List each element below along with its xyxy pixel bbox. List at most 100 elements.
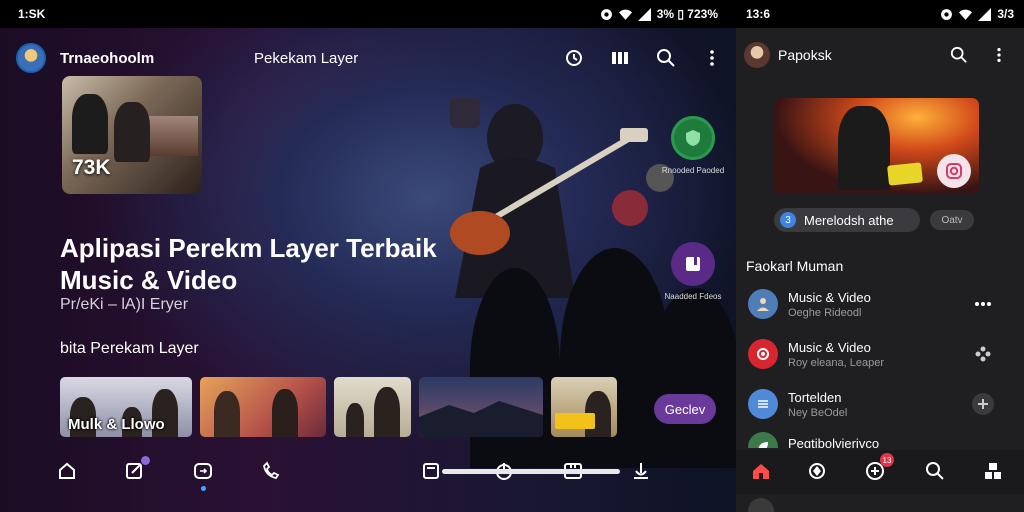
- record-icon: [757, 348, 769, 360]
- list-icon: [758, 400, 768, 408]
- list-item[interactable]: Tortelden Ney BeOdel: [748, 384, 1014, 424]
- section-title: bita Perekam Layer: [60, 340, 199, 357]
- person-figure: [114, 102, 150, 162]
- status-time-right: 13:6: [746, 7, 771, 21]
- status-bar-right: 13:6 3/3: [736, 0, 1024, 28]
- video-thumbnail[interactable]: [551, 377, 617, 437]
- gesture-handle[interactable]: [442, 469, 620, 474]
- plus-icon: [978, 399, 988, 409]
- signal-icon: [978, 7, 992, 21]
- video-thumbnails: Mulk & Llowo: [60, 377, 617, 437]
- side-section-title: Faokarl Muman: [746, 258, 844, 274]
- nav-edit[interactable]: [124, 456, 150, 482]
- top-bar: Trnaeohoolm Pekekam Layer: [0, 38, 736, 78]
- item-action[interactable]: [972, 293, 994, 315]
- nav-square[interactable]: [420, 460, 442, 482]
- list-item[interactable]: Pegtibolvierivco: [748, 428, 1014, 448]
- home-icon: [753, 464, 769, 479]
- guitarist-figure: [838, 106, 890, 190]
- nav-sync[interactable]: [192, 460, 214, 491]
- person-icon: [757, 298, 769, 311]
- home-icon: [59, 462, 75, 479]
- video-thumbnail[interactable]: [419, 377, 543, 437]
- person-figure: [214, 391, 240, 437]
- person-figure: [374, 387, 400, 437]
- side-chip-secondary[interactable]: Oatv: [930, 210, 974, 230]
- side-chip[interactable]: 3 Merelodsh athe: [774, 208, 920, 232]
- nav-search[interactable]: [924, 460, 946, 482]
- item-avatar: [748, 289, 778, 319]
- wifi-icon: [959, 9, 973, 20]
- band-logo: [887, 162, 923, 186]
- item-avatar: [748, 389, 778, 419]
- headline-line-1: Aplipasi Perekm Layer Terbaik: [60, 233, 437, 263]
- mic-icon: [634, 463, 648, 479]
- nav-home[interactable]: [750, 460, 772, 482]
- item-title: Pegtibolvierivco: [788, 435, 880, 449]
- recorded-button[interactable]: [671, 116, 715, 160]
- status-time: 1:SK: [18, 7, 46, 21]
- nav-add[interactable]: 13: [864, 453, 894, 482]
- signal-icon: [637, 7, 651, 21]
- hero-headline: Aplipasi Perekm Layer Terbaik Music & Vi…: [60, 232, 440, 296]
- side-avatar[interactable]: [744, 42, 770, 68]
- battery-text: 3% ▯ 723%: [656, 7, 718, 21]
- pill-button[interactable]: Geclev: [654, 394, 716, 424]
- side-top-bar: Papoksk: [736, 38, 1024, 72]
- item-action[interactable]: [972, 393, 994, 415]
- item-subtitle: Ney BeOdel: [788, 406, 848, 419]
- nav-home[interactable]: [56, 460, 78, 482]
- alarm-icon: [941, 8, 953, 20]
- app-screen: 1:SK 3% ▯ 723% 13:6 3/3 Trnaeohoolm Peke…: [0, 0, 1024, 512]
- history-icon[interactable]: [564, 48, 584, 68]
- battery-text-right: 3/3: [997, 7, 1014, 21]
- notification-badge: [141, 456, 150, 465]
- gamepad-icon: [975, 346, 991, 362]
- call-icon: [263, 461, 280, 480]
- search-icon[interactable]: [950, 46, 968, 64]
- search-icon[interactable]: [656, 48, 676, 68]
- video-thumbnail[interactable]: [334, 377, 411, 437]
- hero-subtitle: Pr/eKi – lA)I Eryer: [60, 296, 189, 313]
- video-thumbnail[interactable]: Mulk & Llowo: [60, 377, 192, 437]
- list-item[interactable]: Music & Video Oeghe Rideodl: [748, 284, 1014, 324]
- nav-shield[interactable]: [806, 460, 828, 482]
- featured-card[interactable]: 73K: [62, 76, 202, 194]
- side-hero-card[interactable]: [774, 98, 979, 194]
- status-bar: 1:SK 3% ▯ 723%: [0, 0, 736, 28]
- added-videos-label: Naadded Fdeos: [664, 292, 722, 301]
- side-brand: Papoksk: [778, 47, 832, 63]
- nav-grid[interactable]: [982, 460, 1004, 482]
- item-subtitle: Roy eleana, Leaper: [788, 356, 885, 369]
- wifi-icon: [618, 9, 632, 20]
- nav-call[interactable]: [260, 460, 282, 482]
- status-icons: 3% ▯ 723%: [600, 7, 718, 21]
- item-title: Music & Video: [788, 339, 871, 355]
- shield-check-icon: [686, 130, 700, 146]
- columns-icon[interactable]: [610, 48, 630, 68]
- list-item[interactable]: Music & Video Roy eleana, Leaper: [748, 334, 1014, 374]
- bottom-nav: [0, 450, 736, 494]
- headline-line-2: Music & Video: [60, 265, 238, 295]
- instagram-icon: [946, 163, 962, 179]
- nav-mic[interactable]: [630, 460, 652, 482]
- video-thumbnail[interactable]: [200, 377, 326, 437]
- main-pane: Trnaeohoolm Pekekam Layer 73K Aplipasi P…: [0, 28, 736, 512]
- leaf-icon: [758, 442, 768, 448]
- sync-icon: [194, 463, 212, 479]
- instagram-button[interactable]: [937, 154, 971, 188]
- item-title: Music & Video: [788, 289, 871, 305]
- more-vertical-icon[interactable]: [702, 48, 722, 68]
- added-videos-button[interactable]: [671, 242, 715, 286]
- item-avatar: [748, 432, 778, 448]
- status-icons-right: 3/3: [940, 7, 1014, 21]
- item-action[interactable]: [972, 343, 994, 365]
- user-avatar[interactable]: [16, 43, 46, 73]
- more-vertical-icon[interactable]: [990, 46, 1008, 64]
- shield-icon: [809, 463, 825, 479]
- chip-label: Merelodsh athe: [804, 212, 894, 228]
- person-figure: [346, 403, 364, 437]
- book-icon: [686, 257, 700, 271]
- search-icon: [926, 462, 944, 480]
- thumbnail-tag: [555, 413, 595, 429]
